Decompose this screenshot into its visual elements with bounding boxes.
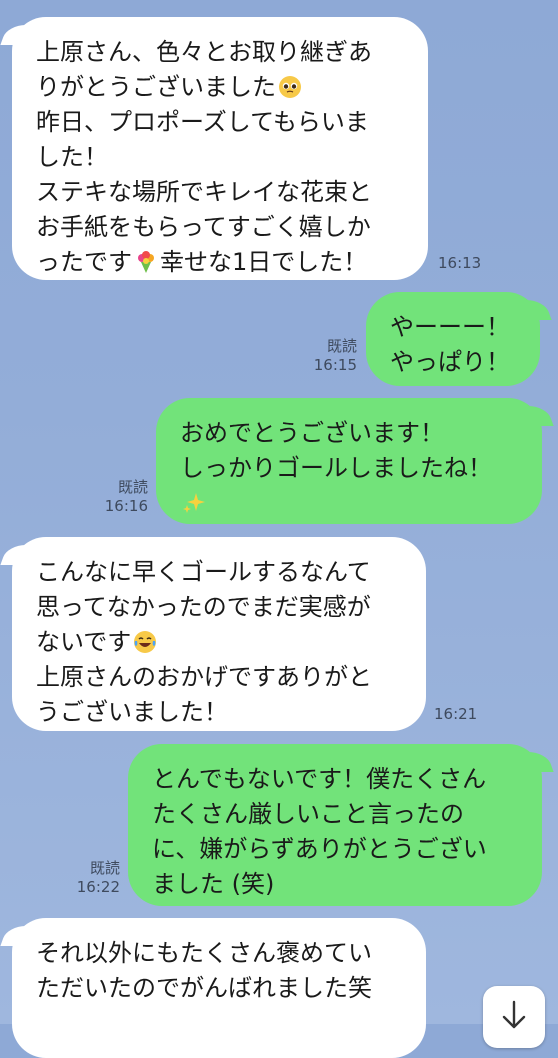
- message-line: した！: [36, 143, 108, 171]
- message-meta: 16:21: [434, 705, 477, 724]
- pleading-face-emoji: [279, 76, 301, 98]
- message-line: 上原さん、色々とお取り継ぎあ: [36, 38, 372, 66]
- message-meta: 既読 16:22: [68, 859, 120, 897]
- message-line: やーーー！: [390, 313, 510, 341]
- timestamp: 16:21: [434, 705, 478, 723]
- message-line-text: ないです: [36, 628, 132, 656]
- outgoing-message-bubble[interactable]: とんでもないです！僕たくさん たくさん厳しいこと言ったの に、嫌がらずありがとう…: [128, 744, 542, 906]
- message-line: たくさん厳しいこと言ったの: [152, 800, 464, 828]
- message-line: りがとうございました: [36, 70, 406, 105]
- read-receipt: 既読: [326, 337, 357, 355]
- timestamp: 16:13: [438, 254, 482, 272]
- incoming-message-bubble[interactable]: それ以外にもたくさん褒めてい ただいたのでがんばれました笑: [12, 918, 426, 1058]
- message-line: やっぱり！: [390, 348, 510, 376]
- message-line: ました (笑): [152, 870, 275, 898]
- message-line: 上原さんのおかげですありがと: [36, 663, 372, 691]
- message-line: 思ってなかったのでまだ実感が: [36, 593, 371, 621]
- message-line-text: 幸せな1日でした！: [160, 248, 368, 276]
- message-line: おめでとうございます！: [180, 419, 444, 447]
- timestamp: 16:22: [76, 878, 120, 896]
- message-line: ただいたのでがんばれました笑: [36, 974, 372, 1002]
- message-line: ないです: [36, 625, 404, 660]
- timestamp: 16:16: [104, 497, 148, 515]
- message-line: とんでもないです！僕たくさん: [152, 765, 487, 793]
- message-line: ったです 幸せな1日でした！: [36, 245, 406, 280]
- scroll-to-bottom-button[interactable]: [483, 986, 545, 1048]
- arrow-down-icon: [502, 1000, 526, 1029]
- message-line: 昨日、プロポーズしてもらいま: [36, 108, 369, 136]
- bouquet-emoji: [138, 251, 154, 273]
- message-line: それ以外にもたくさん褒めてい: [36, 939, 372, 967]
- message-line: お手紙をもらってすごく嬉しか: [36, 213, 371, 241]
- message-line-text: りがとうございました: [36, 73, 276, 101]
- outgoing-message-bubble[interactable]: おめでとうございます！ しっかりゴールしましたね！: [156, 398, 542, 524]
- message-line-text: ったです: [36, 248, 132, 276]
- read-receipt: 既読: [117, 478, 148, 496]
- message-meta: 16:13: [438, 254, 481, 273]
- message-meta: 既読 16:16: [96, 478, 148, 516]
- message-line: に、嫌がらずありがとうござい: [152, 835, 487, 863]
- chat-view[interactable]: 上原さん、色々とお取り継ぎあ りがとうございました 昨日、プロポーズしてもらいま…: [0, 0, 558, 1058]
- message-line: うございました！: [36, 698, 228, 726]
- message-line: しっかりゴールしましたね！: [180, 454, 492, 482]
- message-line: [180, 486, 520, 521]
- sparkles-emoji: [183, 493, 205, 513]
- incoming-message-bubble[interactable]: こんなに早くゴールするなんて 思ってなかったのでまだ実感が ないです 上原さんの…: [12, 537, 426, 731]
- tears-of-joy-emoji: [134, 631, 157, 653]
- read-receipt: 既読: [89, 859, 120, 877]
- outgoing-message-bubble[interactable]: やーーー！ やっぱり！: [366, 292, 540, 386]
- message-line: こんなに早くゴールするなんて: [36, 558, 371, 586]
- timestamp: 16:15: [313, 356, 357, 374]
- message-line: ステキな場所でキレイな花束と: [36, 178, 372, 206]
- message-meta: 既読 16:15: [305, 337, 357, 375]
- incoming-message-bubble[interactable]: 上原さん、色々とお取り継ぎあ りがとうございました 昨日、プロポーズしてもらいま…: [12, 17, 428, 280]
